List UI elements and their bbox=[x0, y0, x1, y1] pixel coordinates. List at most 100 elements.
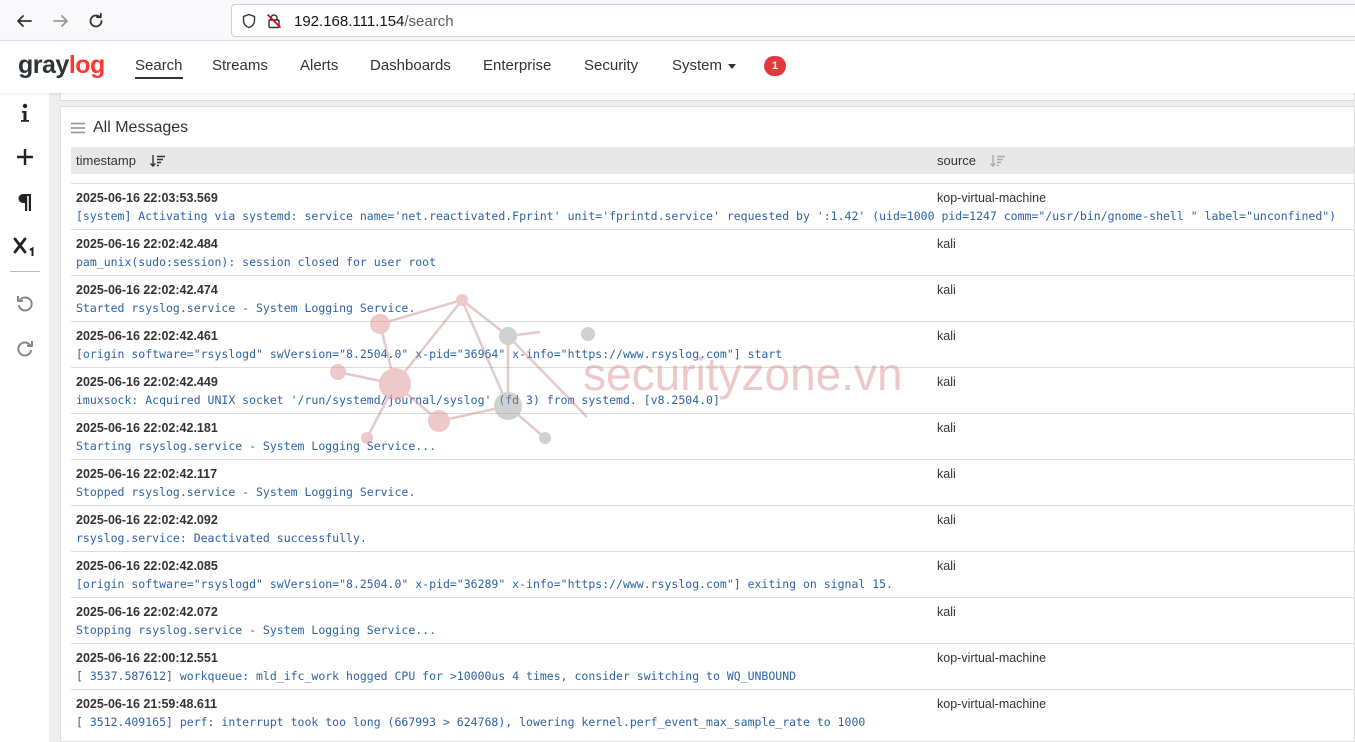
all-messages-widget: All Messages timestamp source 2025-06-16… bbox=[60, 106, 1355, 742]
table-row[interactable]: 2025-06-16 21:59:48.611 kop-virtual-machi… bbox=[71, 689, 1354, 735]
row-source: kali bbox=[937, 513, 956, 527]
add-widget-button[interactable] bbox=[12, 144, 38, 170]
redo-button[interactable] bbox=[12, 335, 38, 361]
nav-enterprise[interactable]: Enterprise bbox=[483, 57, 551, 74]
previous-widget-edge bbox=[60, 93, 1355, 101]
column-source[interactable]: source bbox=[937, 153, 1006, 168]
nav-system-label: System bbox=[672, 57, 723, 74]
sort-desc-icon[interactable] bbox=[149, 154, 166, 167]
app-header: graylog Search Streams Alerts Dashboards… bbox=[0, 41, 1355, 93]
table-row[interactable]: 2025-06-16 22:02:42.117 kali Stopped rsysl… bbox=[71, 459, 1354, 505]
sidebar-divider bbox=[10, 271, 40, 272]
row-message: [ 3512.409165] perf: interrupt took too … bbox=[76, 715, 866, 729]
row-timestamp: 2025-06-16 22:03:53.569 bbox=[76, 191, 218, 205]
table-row[interactable]: 2025-06-16 22:02:42.072 kali Stopping rsys… bbox=[71, 597, 1354, 643]
back-button[interactable] bbox=[11, 8, 37, 34]
table-row[interactable]: 2025-06-16 22:00:12.551 kop-virtual-machi… bbox=[71, 643, 1354, 689]
undo-button[interactable] bbox=[12, 290, 38, 316]
table-row[interactable]: 2025-06-16 22:02:42.092 kali rsyslog.servi… bbox=[71, 505, 1354, 551]
row-source: kali bbox=[937, 605, 956, 619]
row-timestamp: 2025-06-16 22:02:42.117 bbox=[76, 467, 218, 481]
row-message: imuxsock: Acquired UNIX socket '/run/sys… bbox=[76, 393, 720, 407]
graylog-logo[interactable]: graylog bbox=[18, 51, 105, 80]
logo-accent: log bbox=[68, 51, 106, 79]
row-message: rsyslog.service: Deactivated successfull… bbox=[76, 531, 367, 545]
widget-header: All Messages bbox=[71, 119, 188, 137]
row-source: kali bbox=[937, 283, 956, 297]
parameters-button[interactable] bbox=[12, 234, 38, 260]
row-source: kali bbox=[937, 329, 956, 343]
nav-streams[interactable]: Streams bbox=[212, 57, 268, 74]
nav-system[interactable]: System bbox=[672, 57, 737, 74]
table-row[interactable]: 2025-06-16 22:02:42.484 kali pam_unix(sudo… bbox=[71, 229, 1354, 275]
row-source: kali bbox=[937, 559, 956, 573]
row-source: kop-virtual-machine bbox=[937, 191, 1047, 205]
logo-main: gray bbox=[18, 51, 69, 79]
search-sidebar bbox=[0, 93, 50, 742]
info-icon bbox=[21, 103, 29, 122]
arrow-left-icon bbox=[17, 15, 32, 27]
row-source: kali bbox=[937, 421, 956, 435]
row-message: [origin software="rsyslogd" swVersion="8… bbox=[76, 347, 783, 361]
scrolled-row-fragment bbox=[71, 174, 1354, 183]
row-message: Stopped rsyslog.service - System Logging… bbox=[76, 485, 416, 499]
table-row[interactable]: 2025-06-16 22:02:42.181 kali Starting rsys… bbox=[71, 413, 1354, 459]
browser-toolbar: 192.168.111.154/search bbox=[0, 0, 1355, 41]
table-row[interactable]: 2025-06-16 22:02:42.449 kali imuxsock: Acq… bbox=[71, 367, 1354, 413]
table-row[interactable]: 2025-06-16 22:02:42.461 kali [origin softw… bbox=[71, 321, 1354, 367]
row-source: kali bbox=[937, 375, 956, 389]
table-row[interactable]: 2025-06-16 22:02:42.474 kali Started rsysl… bbox=[71, 275, 1354, 321]
subscript-icon bbox=[13, 237, 34, 256]
row-source: kop-virtual-machine bbox=[937, 651, 1047, 665]
forward-button[interactable] bbox=[48, 8, 74, 34]
undo-icon bbox=[17, 296, 33, 312]
sort-icon[interactable] bbox=[990, 154, 1006, 167]
row-message: [origin software="rsyslogd" swVersion="8… bbox=[76, 577, 893, 591]
widget-title[interactable]: All Messages bbox=[93, 119, 188, 137]
row-source: kop-virtual-machine bbox=[937, 697, 1047, 711]
address-bar[interactable]: 192.168.111.154/search bbox=[231, 4, 1355, 37]
row-timestamp: 2025-06-16 22:02:42.474 bbox=[76, 283, 218, 297]
row-timestamp: 2025-06-16 22:02:42.085 bbox=[76, 559, 218, 573]
row-timestamp: 2025-06-16 22:02:42.092 bbox=[76, 513, 218, 527]
search-content: All Messages timestamp source 2025-06-16… bbox=[50, 93, 1355, 742]
row-timestamp: 2025-06-16 22:02:42.461 bbox=[76, 329, 218, 343]
row-message: Starting rsyslog.service - System Loggin… bbox=[76, 439, 437, 453]
url-host: 192.168.111.154 bbox=[294, 13, 405, 30]
column-timestamp[interactable]: timestamp bbox=[76, 153, 166, 168]
url-text: 192.168.111.154/search bbox=[294, 13, 454, 30]
row-message: pam_unix(sudo:session): session closed f… bbox=[76, 255, 437, 269]
nav-security[interactable]: Security bbox=[584, 57, 638, 74]
row-message: [ 3537.587612] workqueue: mld_ifc_work h… bbox=[76, 669, 797, 683]
nav-search[interactable]: Search bbox=[135, 57, 183, 79]
row-timestamp: 2025-06-16 22:02:42.449 bbox=[76, 375, 218, 389]
shield-icon[interactable] bbox=[241, 13, 257, 29]
row-message: Stopping rsyslog.service - System Loggin… bbox=[76, 623, 437, 637]
table-header: timestamp source bbox=[71, 147, 1354, 174]
reload-icon bbox=[89, 12, 103, 28]
table-row[interactable]: 2025-06-16 22:02:42.085 kali [origin softw… bbox=[71, 551, 1354, 597]
paragraph-icon bbox=[18, 193, 31, 211]
info-button[interactable] bbox=[12, 100, 38, 126]
insecure-lock-icon[interactable] bbox=[266, 13, 282, 29]
nav-dashboards[interactable]: Dashboards bbox=[370, 57, 451, 74]
url-path: /search bbox=[404, 13, 454, 30]
table-row[interactable]: 2025-06-16 22:03:53.569 kop-virtual-machi… bbox=[71, 183, 1354, 229]
row-source: kali bbox=[937, 467, 956, 481]
arrow-right-icon bbox=[53, 15, 68, 27]
row-source: kali bbox=[937, 237, 956, 251]
row-timestamp: 2025-06-16 22:02:42.072 bbox=[76, 605, 218, 619]
drag-handle-icon[interactable] bbox=[71, 122, 85, 134]
notification-badge[interactable]: 1 bbox=[764, 56, 786, 76]
row-timestamp: 2025-06-16 22:00:12.551 bbox=[76, 651, 218, 665]
row-timestamp: 2025-06-16 22:02:42.484 bbox=[76, 237, 218, 251]
row-timestamp: 2025-06-16 21:59:48.611 bbox=[76, 697, 218, 711]
formatting-button[interactable] bbox=[12, 189, 38, 215]
nav-alerts[interactable]: Alerts bbox=[300, 57, 338, 74]
column-source-label: source bbox=[937, 153, 977, 168]
column-timestamp-label: timestamp bbox=[76, 153, 136, 168]
row-message: [system] Activating via systemd: service… bbox=[76, 209, 1337, 223]
redo-icon bbox=[17, 341, 33, 357]
reload-button[interactable] bbox=[83, 8, 109, 34]
row-message: Started rsyslog.service - System Logging… bbox=[76, 301, 416, 315]
